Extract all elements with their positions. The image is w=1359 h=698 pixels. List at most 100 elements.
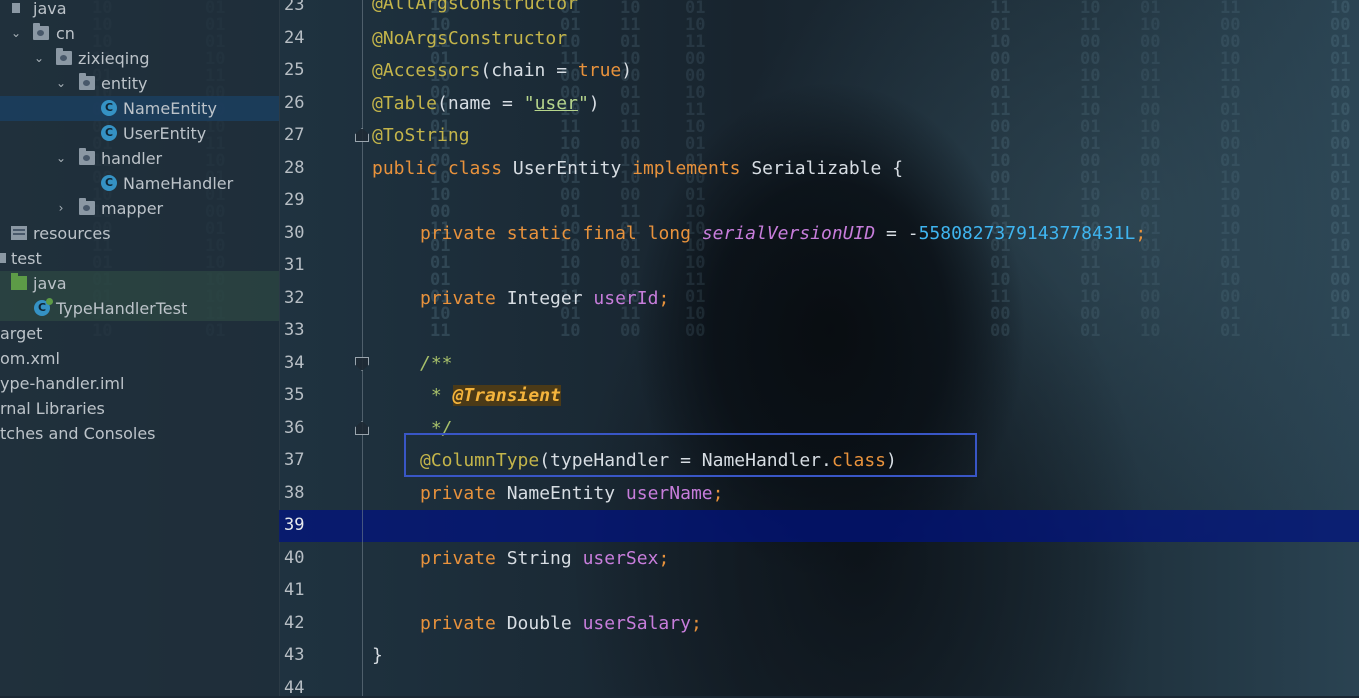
tree-item-label: java bbox=[33, 0, 67, 18]
code-text: ) bbox=[621, 60, 633, 81]
class-name: UserEntity bbox=[512, 158, 622, 179]
code-text: (chain = bbox=[480, 60, 578, 81]
class-icon: C bbox=[101, 175, 117, 191]
tree-item-scratches[interactable]: tches and Consoles bbox=[0, 421, 279, 446]
annotation: @Accessors bbox=[372, 60, 481, 81]
type-name: NameEntity bbox=[506, 483, 616, 504]
code-line-27[interactable]: @ToString bbox=[372, 125, 470, 146]
tree-item-java[interactable]: java bbox=[0, 0, 279, 21]
fold-marker-icon[interactable] bbox=[355, 421, 369, 435]
keyword: private bbox=[420, 288, 496, 309]
tree-item-label: entity bbox=[101, 74, 148, 93]
tree-item-label: java bbox=[33, 274, 67, 293]
line-number: 30 bbox=[284, 222, 305, 243]
semicolon: ; bbox=[658, 288, 670, 309]
tree-item-userentity[interactable]: C UserEntity bbox=[0, 121, 279, 146]
test-class-icon: C bbox=[34, 298, 53, 316]
chevron-right-icon[interactable]: › bbox=[53, 196, 69, 221]
tree-item-test-java[interactable]: java bbox=[0, 271, 279, 296]
line-number: 41 bbox=[284, 580, 305, 600]
code-text: (name = bbox=[437, 93, 524, 114]
code-line-34[interactable]: /** bbox=[420, 353, 453, 374]
tree-item-test[interactable]: test bbox=[0, 246, 279, 271]
class-icon: C bbox=[101, 125, 117, 141]
package-icon bbox=[79, 73, 95, 90]
resources-folder-icon bbox=[11, 226, 27, 240]
line-number: 31 bbox=[284, 255, 305, 275]
line-number: 42 bbox=[284, 612, 305, 633]
field-name: userSex bbox=[582, 548, 659, 569]
keyword: static bbox=[506, 223, 572, 244]
keyword: public bbox=[372, 158, 438, 179]
static-field: serialVersionUID bbox=[701, 223, 876, 244]
tree-item-resources[interactable]: resources bbox=[0, 221, 279, 246]
string-quote: " bbox=[577, 93, 589, 114]
code-line-30[interactable]: private static final long serialVersionU… bbox=[420, 223, 1146, 244]
code-line-32[interactable]: private Integer userId; bbox=[420, 288, 669, 309]
code-line-25[interactable]: @Accessors(chain = true) bbox=[372, 60, 632, 81]
semicolon: ; bbox=[690, 613, 702, 634]
tree-item-zixieqing[interactable]: ⌄ zixieqing bbox=[0, 46, 279, 71]
code-line-42[interactable]: private Double userSalary; bbox=[420, 613, 702, 634]
package-icon bbox=[33, 23, 49, 40]
field-name: userName bbox=[625, 483, 713, 504]
package-icon bbox=[56, 48, 72, 65]
annotation: @Table bbox=[372, 93, 438, 114]
tree-item-nameentity[interactable]: C NameEntity bbox=[0, 96, 279, 121]
keyword: private bbox=[420, 548, 496, 569]
tree-item-cn[interactable]: ⌄ cn bbox=[0, 21, 279, 46]
code-line-35[interactable]: * @Transient bbox=[420, 385, 561, 406]
line-number: 27 bbox=[284, 125, 305, 145]
line-number: 26 bbox=[284, 92, 305, 113]
tree-item-iml[interactable]: ype-handler.iml bbox=[0, 371, 279, 396]
chevron-down-icon[interactable]: ⌄ bbox=[8, 21, 24, 46]
code-line-26[interactable]: @Table(name = "user") bbox=[372, 93, 600, 114]
tree-item-entity[interactable]: ⌄ entity bbox=[0, 71, 279, 96]
tree-item-namehandler[interactable]: C NameHandler bbox=[0, 171, 279, 196]
tree-item-label: resources bbox=[33, 224, 111, 243]
tree-item-handler[interactable]: ⌄ handler bbox=[0, 146, 279, 171]
code-line-40[interactable]: private String userSex; bbox=[420, 548, 669, 569]
fold-marker-icon[interactable] bbox=[355, 357, 369, 371]
line-number: 25 bbox=[284, 60, 305, 80]
fold-marker-icon[interactable] bbox=[355, 128, 369, 142]
code-line-24[interactable]: @NoArgsConstructor bbox=[372, 28, 567, 49]
field-name: userSalary bbox=[582, 613, 691, 634]
tree-item-label: arget bbox=[0, 324, 43, 343]
chevron-down-icon[interactable]: ⌄ bbox=[31, 46, 47, 71]
string-quote: " bbox=[523, 93, 535, 114]
line-number: 34 bbox=[284, 352, 305, 373]
tree-item-label: tches and Consoles bbox=[0, 424, 156, 443]
tree-item-label: cn bbox=[56, 24, 75, 43]
number-literal: 5580827379143778431L bbox=[918, 223, 1136, 244]
chevron-down-icon[interactable]: ⌄ bbox=[53, 146, 69, 171]
tree-item-pom[interactable]: om.xml bbox=[0, 346, 279, 371]
tree-item-external-libraries[interactable]: rnal Libraries bbox=[0, 396, 279, 421]
line-number: 39 bbox=[284, 515, 305, 535]
brace: } bbox=[372, 645, 383, 666]
field-name: userId bbox=[593, 288, 659, 309]
tree-item-typehandlertest[interactable]: C TypeHandlerTest bbox=[0, 296, 279, 321]
code-line-38[interactable]: private NameEntity userName; bbox=[420, 483, 723, 504]
line-number: 36 bbox=[284, 417, 305, 438]
tree-item-target[interactable]: arget bbox=[0, 321, 279, 346]
code-editor[interactable]: 23 24 25 26 27 28 29 30 31 32 33 34 35 36 37 38 39 40 41 42… bbox=[279, 0, 1359, 698]
highlight-box bbox=[404, 433, 977, 477]
tree-item-label: handler bbox=[101, 149, 163, 168]
code-line-28[interactable]: public class UserEntity implements Seria… bbox=[372, 158, 903, 179]
annotation: @ToString bbox=[372, 125, 470, 146]
semicolon: ; bbox=[658, 548, 670, 569]
tree-item-mapper[interactable]: › mapper bbox=[0, 196, 279, 221]
keyword: private bbox=[420, 223, 496, 244]
line-number: 43 bbox=[284, 645, 305, 665]
keyword: private bbox=[420, 613, 496, 634]
line-number: 38 bbox=[284, 482, 305, 503]
doc-comment: /** bbox=[420, 353, 453, 374]
line-number: 28 bbox=[284, 157, 305, 178]
line-number: 32 bbox=[284, 287, 305, 308]
chevron-down-icon[interactable]: ⌄ bbox=[53, 71, 69, 96]
tree-item-label: mapper bbox=[101, 199, 164, 218]
code-line-43[interactable]: } bbox=[372, 645, 383, 666]
code-line-23[interactable]: @AllArgsConstructor bbox=[372, 0, 578, 14]
semicolon: ; bbox=[712, 483, 724, 504]
